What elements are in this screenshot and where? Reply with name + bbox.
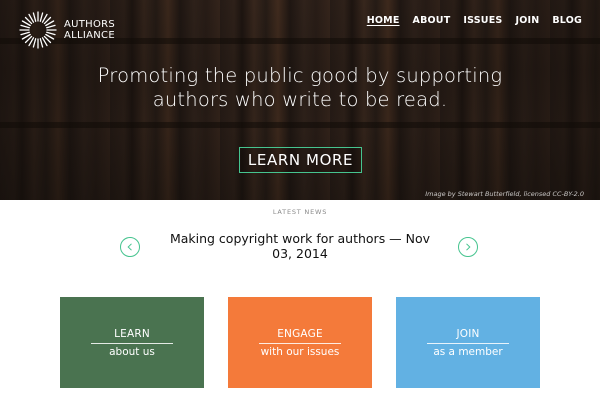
brand-line-2: ALLIANCE: [64, 30, 115, 41]
nav-item-issues[interactable]: ISSUES: [463, 15, 502, 26]
nav-item-blog[interactable]: BLOG: [552, 15, 582, 26]
tile-title: JOIN: [456, 327, 480, 340]
tile-subtitle: as a member: [433, 345, 503, 358]
tile-divider: [427, 342, 509, 344]
tile-join[interactable]: JOIN as a member: [396, 297, 540, 388]
chevron-left-icon: [127, 243, 132, 251]
main-nav: HOME ABOUT ISSUES JOIN BLOG: [367, 15, 582, 26]
news-next-button[interactable]: [458, 237, 478, 257]
hero-banner: AUTHORS ALLIANCE HOME ABOUT ISSUES JOIN …: [0, 0, 600, 200]
sunburst-logo-icon: [19, 11, 57, 49]
tile-learn[interactable]: LEARN about us: [60, 297, 204, 388]
tile-engage[interactable]: ENGAGE with our issues: [228, 297, 372, 388]
image-credit[interactable]: Image by Stewart Butterfield, licensed C…: [425, 190, 584, 198]
chevron-right-icon: [466, 243, 471, 251]
learn-more-button[interactable]: LEARN MORE: [239, 147, 362, 173]
tile-subtitle: about us: [109, 345, 155, 358]
nav-item-about[interactable]: ABOUT: [413, 15, 451, 26]
tile-divider: [259, 342, 341, 344]
hero-headline: Promoting the public good by supporting …: [97, 64, 503, 111]
brand-line-1: AUTHORS: [64, 19, 116, 30]
tile-title: ENGAGE: [277, 327, 323, 340]
tile-divider: [91, 342, 173, 344]
news-prev-button[interactable]: [120, 237, 140, 257]
tile-subtitle: with our issues: [260, 345, 340, 358]
latest-news-label: LATEST NEWS: [272, 208, 328, 216]
site-logo[interactable]: AUTHORS ALLIANCE: [18, 10, 115, 50]
nav-item-join[interactable]: JOIN: [515, 15, 539, 26]
brand-name: AUTHORS ALLIANCE: [64, 19, 115, 41]
tile-title: LEARN: [114, 327, 150, 340]
news-headline-link[interactable]: Making copyright work for authors — Nov …: [160, 231, 440, 261]
nav-item-home[interactable]: HOME: [367, 15, 400, 26]
